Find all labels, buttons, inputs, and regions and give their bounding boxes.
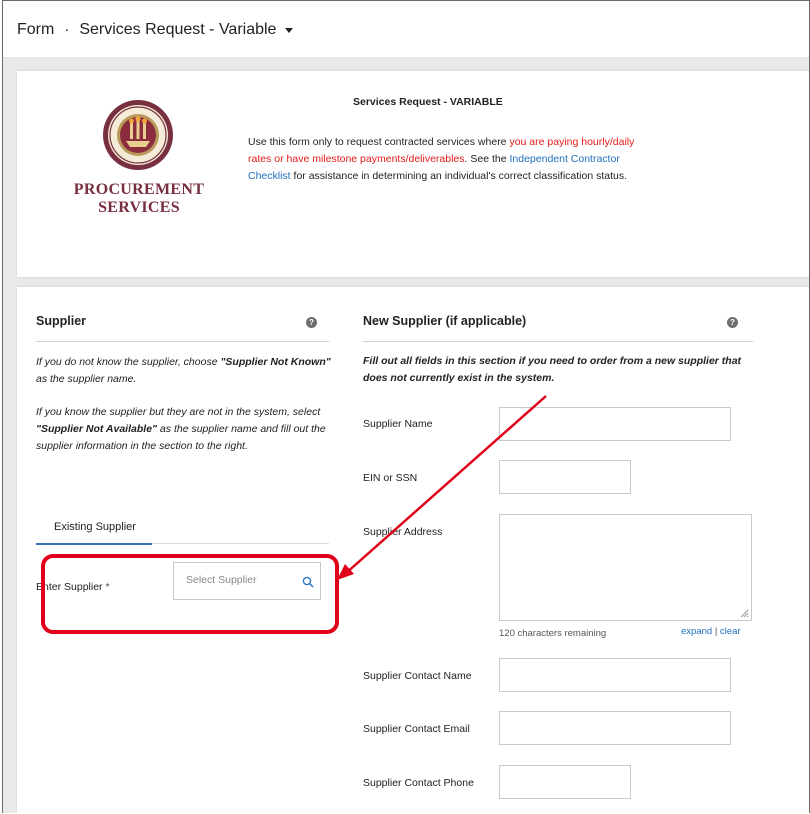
help-icon[interactable]: ? [306,317,317,328]
address-actions: expand | clear [681,626,741,637]
active-tab-indicator [36,543,152,545]
form-header-bar: Form · Services Request - Variable [3,1,809,58]
contact-name-label: Supplier Contact Name [363,670,472,682]
tab-existing-supplier[interactable]: Existing Supplier [54,521,136,533]
university-seal-icon [103,100,173,170]
supplier-section-title: Supplier [36,314,87,328]
intro-card: PROCUREMENT SERVICES Services Request - … [17,71,809,277]
form-title: Services Request - VARIABLE [353,96,503,108]
expand-link[interactable]: expand [681,626,712,637]
intro-text-3: for assistance in determining an individ… [290,170,628,182]
contact-phone-label: Supplier Contact Phone [363,777,474,789]
form-name-dropdown[interactable]: Services Request - Variable [79,21,276,39]
contact-email-input[interactable] [499,711,731,745]
logo-text-line2: SERVICES [98,199,180,216]
resize-handle-icon[interactable] [739,608,749,618]
form-intro-text: Use this form only to request contracted… [248,134,638,185]
breadcrumb: Form · Services Request - Variable [17,20,294,39]
new-supplier-divider [363,341,753,342]
new-supplier-section-title: New Supplier (if applicable) [363,314,527,328]
annotation-arrow [337,395,547,580]
annotation-highlight-box [41,554,339,634]
breadcrumb-form[interactable]: Form [17,21,54,39]
contact-name-input[interactable] [499,658,731,692]
chars-remaining: 120 characters remaining [499,628,607,639]
intro-text-2: . See the [464,153,510,165]
clear-link[interactable]: clear [720,626,741,637]
help-icon[interactable]: ? [727,317,738,328]
procurement-logo: PROCUREMENT SERVICES [69,99,209,219]
supplier-divider [36,341,329,342]
form-window: Form · Services Request - Variable PROCU… [2,0,810,813]
intro-text-1: Use this form only to request contracted… [248,136,510,148]
link-divider: | [714,626,718,637]
supplier-instructions-1: If you do not know the supplier, choose … [36,356,331,385]
logo-text-line1: PROCUREMENT [73,181,205,198]
breadcrumb-separator: · [64,20,70,38]
chevron-down-icon[interactable] [285,27,294,33]
supplier-instructions-2: If you know the supplier but they are no… [36,406,326,452]
contact-phone-input[interactable] [499,765,631,799]
contact-email-label: Supplier Contact Email [363,723,470,735]
